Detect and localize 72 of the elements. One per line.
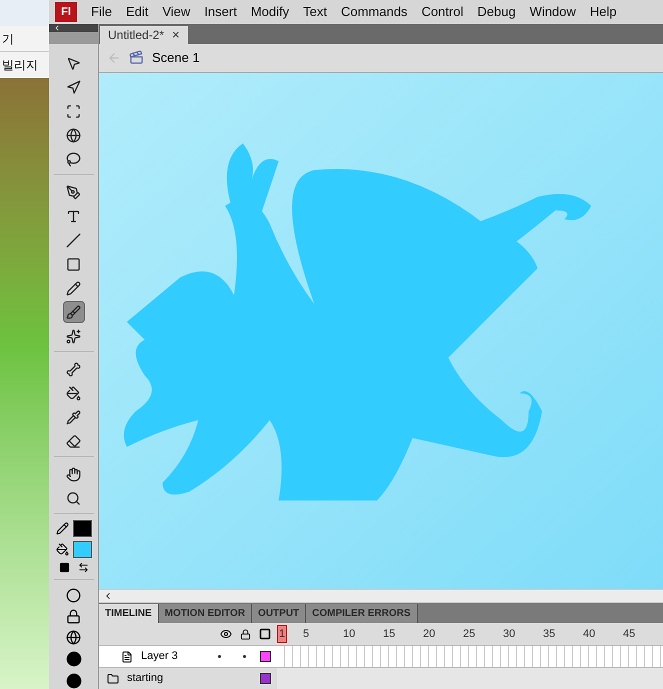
paint-bucket-icon <box>66 386 81 400</box>
arrow-icon <box>66 56 81 70</box>
bone-icon <box>66 362 81 376</box>
pen-icon <box>66 184 81 200</box>
panel-tab[interactable]: OUTPUT <box>252 604 306 623</box>
stroke-color-swatch[interactable] <box>72 520 92 537</box>
rectangle-icon <box>66 256 81 272</box>
menu-item[interactable]: Insert <box>204 2 237 22</box>
menu-item[interactable]: View <box>162 2 190 22</box>
menu-item[interactable]: File <box>91 2 112 22</box>
swap-colors-icon[interactable] <box>78 562 88 573</box>
menu-item[interactable]: Edit <box>126 2 148 22</box>
menu-item[interactable]: Window <box>530 2 576 22</box>
outline-icon[interactable] <box>259 628 271 640</box>
arrow-icon <box>66 80 81 94</box>
menu-item[interactable]: Debug <box>477 2 516 22</box>
frame-number: 5 <box>303 626 310 642</box>
panel-tab[interactable]: TIMELINE <box>99 604 159 623</box>
document-title: Untitled-2* <box>108 26 164 44</box>
close-tab-button[interactable]: × <box>172 24 180 44</box>
eyedropper-icon <box>66 410 81 424</box>
frame-number: 35 <box>543 626 556 642</box>
transform-icon <box>66 104 81 118</box>
menu-item[interactable]: Control <box>421 2 464 22</box>
menu-item[interactable]: Commands <box>340 2 408 22</box>
collapse-icon[interactable] <box>53 24 61 32</box>
layer-icon <box>121 650 133 662</box>
scene-label[interactable]: Scene 1 <box>152 48 200 68</box>
brush-icon <box>66 304 81 320</box>
frame-number: 30 <box>503 626 516 642</box>
default-colors-icon[interactable] <box>58 562 70 573</box>
pencil-icon <box>56 522 68 535</box>
eye-icon[interactable] <box>220 628 232 640</box>
menu-item[interactable]: Text <box>303 2 327 22</box>
pencil-icon <box>66 280 81 296</box>
sphere-icon[interactable] <box>66 630 81 645</box>
frame-number: 45 <box>623 626 636 642</box>
line-icon <box>66 232 81 248</box>
panel-tab[interactable]: COMPILER ERRORS <box>306 604 418 623</box>
app-logo: Fl <box>55 2 77 22</box>
circle-icon[interactable] <box>66 588 81 603</box>
document-tab[interactable]: Untitled-2* × <box>100 26 188 44</box>
frame-number: 10 <box>343 626 356 642</box>
layer-name: starting <box>127 671 164 686</box>
tool-button[interactable] <box>62 301 84 323</box>
lasso-icon <box>66 152 81 166</box>
frame-number: 40 <box>583 626 596 642</box>
fill-color-swatch[interactable] <box>72 541 92 558</box>
zoom-icon <box>66 490 81 506</box>
lock-icon[interactable] <box>240 628 251 640</box>
spray-icon <box>66 328 81 344</box>
clapperboard-icon <box>129 50 144 66</box>
circle-icon[interactable] <box>66 673 82 689</box>
frame-number: 1 <box>277 624 287 644</box>
layer-name: Layer 3 <box>141 649 179 664</box>
folder-icon <box>107 672 119 684</box>
menu-item[interactable]: Modify <box>250 2 290 22</box>
panel-tab[interactable]: MOTION EDITOR <box>158 604 252 623</box>
hand-icon <box>66 466 81 482</box>
frame-number: 25 <box>463 626 476 642</box>
paint-bucket-icon <box>56 543 68 556</box>
frame-number: 15 <box>383 626 396 642</box>
text-icon <box>66 208 81 224</box>
layer-row[interactable]: Layer 3 <box>99 645 277 667</box>
toolbar-text: 기 <box>2 30 14 48</box>
frame-number: 20 <box>423 626 436 642</box>
lock-icon[interactable] <box>66 609 81 624</box>
link-text[interactable]: 빌리지 <box>2 56 38 74</box>
menu-item[interactable]: Help <box>590 2 617 22</box>
circle-icon[interactable] <box>66 651 82 667</box>
eraser-icon <box>66 434 81 448</box>
sphere-icon <box>66 128 81 142</box>
